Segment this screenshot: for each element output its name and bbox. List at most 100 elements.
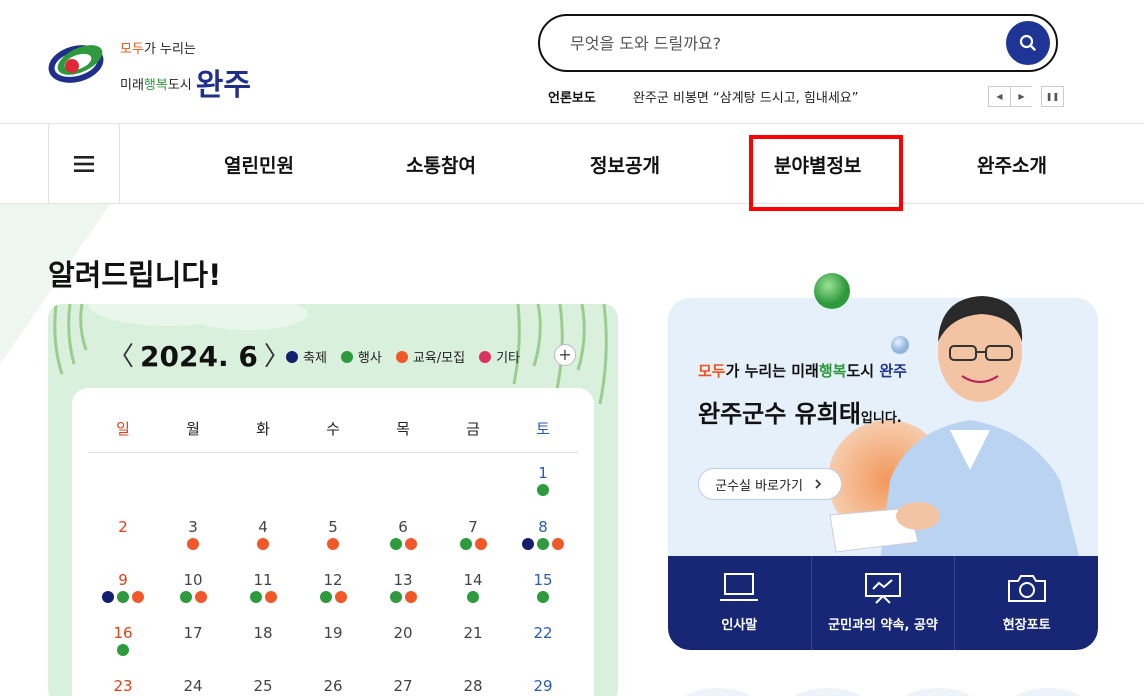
quick-link-pledges[interactable]: 군민과의 약속, 공약 — [812, 556, 956, 650]
calendar-day[interactable]: 6 — [383, 518, 423, 536]
calendar-divider — [88, 452, 578, 453]
event-dot-icon — [264, 591, 277, 603]
calendar-day-events — [163, 538, 223, 550]
calendar-day-events — [513, 591, 573, 603]
calendar-day[interactable]: 23 — [103, 677, 143, 695]
event-dot-icon — [132, 591, 144, 603]
event-dot-icon — [459, 538, 472, 550]
calendar-prev-button[interactable]: 〈 — [108, 344, 134, 370]
quick-link-greeting[interactable]: 인사말 — [668, 556, 812, 650]
calendar-month: 2024. 6 — [140, 340, 258, 373]
logo-wanju: 완주 — [195, 68, 251, 103]
nav-item-open-civil[interactable]: 열린민원 — [224, 151, 294, 178]
nav-item-info-disclosure[interactable]: 정보공개 — [590, 151, 660, 178]
calendar-day[interactable]: 24 — [173, 677, 213, 695]
search-button[interactable] — [1006, 21, 1050, 65]
event-dot-icon — [327, 538, 339, 550]
calendar-day[interactable]: 11 — [243, 571, 283, 589]
logo-emblem-icon — [48, 45, 104, 83]
calendar-day[interactable]: 3 — [173, 518, 213, 536]
calendar-day[interactable]: 5 — [313, 518, 353, 536]
calendar-day[interactable]: 13 — [383, 571, 423, 589]
calendar-day-events — [233, 591, 293, 603]
calendar-day-events — [93, 644, 153, 656]
event-dot-icon — [474, 538, 487, 550]
calendar-legend: 축제 행사 교육/모집 기타 — [286, 347, 534, 366]
calendar-day[interactable]: 8 — [523, 518, 563, 536]
mayor-photo — [829, 296, 1080, 560]
event-dot-icon — [537, 591, 549, 603]
event-dot-icon — [117, 591, 129, 603]
calendar-day[interactable]: 17 — [173, 624, 213, 642]
calendar-day-events — [93, 591, 153, 603]
mayor-slogan-modu: 모두 — [698, 362, 726, 380]
press-next-button[interactable]: ▶ — [1010, 86, 1033, 107]
calendar-day[interactable]: 1 — [523, 464, 563, 482]
event-dot-icon — [102, 591, 114, 603]
weekday-header: 월 — [186, 420, 200, 438]
calendar-day[interactable]: 29 — [523, 677, 563, 695]
calendar-day[interactable]: 26 — [313, 677, 353, 695]
page: 모두가 누리는 미래행복도시완주 언론보도 완주군 비봉면 “삼계탕 드시고, … — [0, 0, 1144, 696]
event-dot-icon — [404, 591, 417, 603]
logo-slogan-nurineun: 가 누리는 — [143, 42, 196, 57]
main-nav: 열린민원 소통참여 정보공개 분야별정보 완주소개 — [0, 123, 1144, 204]
logo-slogan-modu: 모두 — [120, 42, 144, 57]
nav-item-communication[interactable]: 소통참여 — [406, 151, 476, 178]
calendar-day-events — [373, 591, 433, 603]
calendar-day[interactable]: 18 — [243, 624, 283, 642]
menu-button[interactable] — [48, 124, 120, 204]
event-dot-icon — [537, 538, 549, 550]
calendar-day[interactable]: 20 — [383, 624, 423, 642]
calendar-day[interactable]: 12 — [313, 571, 353, 589]
event-dot-icon — [552, 538, 564, 550]
calendar-day-events — [163, 591, 223, 603]
search-input[interactable] — [570, 30, 990, 56]
calendar-day[interactable]: 28 — [453, 677, 493, 695]
calendar-day[interactable]: 19 — [313, 624, 353, 642]
weekday-header: 금 — [466, 420, 480, 438]
quick-link-pledges-label: 군민과의 약속, 공약 — [828, 618, 938, 633]
legend-label: 기타 — [496, 351, 520, 366]
calendar-day[interactable]: 4 — [243, 518, 283, 536]
calendar-day[interactable]: 25 — [243, 677, 283, 695]
event-dot-icon — [249, 591, 262, 603]
event-dot-icon — [404, 538, 417, 550]
logo[interactable]: 모두가 누리는 미래행복도시 완주 — [46, 34, 326, 103]
nav-highlight-box — [749, 135, 903, 211]
event-dot-icon — [334, 591, 347, 603]
quick-links: 인사말 군민과의 약속, 공약 현장포토 — [668, 556, 1098, 650]
weekday-header: 일 — [116, 420, 130, 438]
calendar-more-button[interactable]: + — [554, 344, 576, 366]
press-headline[interactable]: 완주군 비봉면 “삼계탕 드시고, 힘내세요” — [633, 87, 859, 106]
calendar-day[interactable]: 27 — [383, 677, 423, 695]
weekday-header: 목 — [396, 420, 410, 438]
calendar-day[interactable]: 2 — [103, 518, 143, 536]
calendar-day[interactable]: 14 — [453, 571, 493, 589]
calendar-day[interactable]: 9 — [103, 571, 143, 589]
calendar-day-events — [513, 484, 573, 496]
calendar-day[interactable]: 16 — [103, 624, 143, 642]
press-pause-button[interactable]: ❚❚ — [1041, 86, 1064, 107]
press-controls: ◀ ▶ ❚❚ — [988, 86, 1064, 107]
calendar-day[interactable]: 21 — [453, 624, 493, 642]
event-dot-icon — [319, 591, 332, 603]
event-dot-icon — [389, 591, 402, 603]
mayor-office-button-label: 군수실 바로가기 — [715, 478, 803, 494]
calendar-day-events — [513, 538, 573, 550]
calendar-day-events — [303, 538, 363, 550]
calendar-day-events — [303, 591, 363, 603]
nav-item-about-wanju[interactable]: 완주소개 — [977, 151, 1047, 178]
press-prev-button[interactable]: ◀ — [988, 86, 1011, 107]
calendar-day[interactable]: 7 — [453, 518, 493, 536]
quick-link-photos[interactable]: 현장포토 — [955, 556, 1098, 650]
legend-item: 기타 — [479, 347, 520, 366]
presentation-icon — [865, 573, 901, 604]
calendar-day[interactable]: 22 — [523, 624, 563, 642]
search-bar — [538, 14, 1058, 72]
calendar-day[interactable]: 10 — [173, 571, 213, 589]
event-dot-icon — [537, 484, 549, 496]
logo-slogan-line2: 미래행복도시 완주 — [120, 60, 251, 104]
calendar-day[interactable]: 15 — [523, 571, 563, 589]
logo-slogan-haengbok: 행복 — [143, 78, 168, 93]
